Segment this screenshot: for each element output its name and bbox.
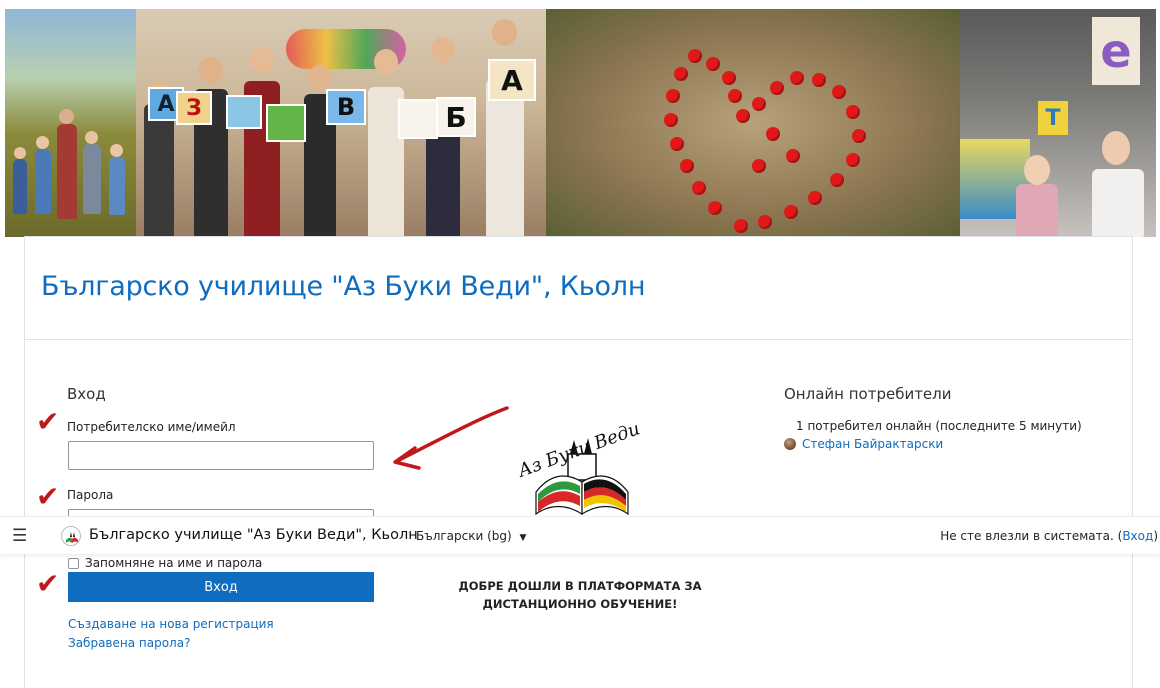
- username-label: Потребителско име/имейл: [67, 420, 236, 434]
- online-user-item[interactable]: Стефан Байрактарски: [784, 437, 943, 451]
- banner-photo-girls-letters: Т е: [960, 9, 1156, 237]
- welcome-line-2: ДИСТАНЦИОННО ОБУЧЕНИЕ!: [482, 597, 678, 611]
- hamburger-menu-icon[interactable]: ☰: [12, 526, 27, 546]
- login-button[interactable]: Вход: [68, 572, 374, 602]
- banner-photo-cornfield: [5, 9, 136, 237]
- remember-checkbox[interactable]: [68, 557, 79, 569]
- top-navbar: ☰ Българско училище "Аз Буки Веди", Кьол…: [0, 516, 1160, 554]
- banner-photo-alphabet-kids: А З В Б А: [136, 9, 546, 237]
- letter-card: [226, 95, 262, 129]
- chevron-down-icon: ▼: [519, 533, 527, 543]
- site-name-link[interactable]: Българско училище "Аз Буки Веди", Кьолн: [89, 527, 418, 543]
- checkmark-annotation: ✔: [36, 567, 60, 600]
- page-title: Българско училище "Аз Буки Веди", Кьолн: [41, 271, 646, 302]
- site-logo-icon[interactable]: [61, 526, 81, 546]
- remember-me-row[interactable]: Запомняне на име и парола: [68, 556, 262, 570]
- letter-card: Т: [1038, 101, 1068, 135]
- language-menu[interactable]: Български (bg) ▼: [416, 529, 526, 543]
- letter-card: В: [326, 89, 366, 125]
- remember-label: Запомняне на име и парола: [85, 556, 263, 570]
- welcome-line-1: ДОБРЕ ДОШЛИ В ПЛАТФОРМАТА ЗА: [458, 579, 702, 593]
- letter-card: А: [488, 59, 536, 101]
- signup-link[interactable]: Създаване на нова регистрация: [68, 617, 274, 631]
- not-logged-in-text: Не сте влезли в системата.: [940, 529, 1114, 543]
- letter-card: [266, 104, 306, 142]
- online-users-count: 1 потребител онлайн (последните 5 минути…: [796, 419, 1082, 433]
- logo-text: Аз Буки Веди: [514, 418, 643, 482]
- navbar-login-link[interactable]: Вход: [1122, 529, 1153, 543]
- forgot-password-link[interactable]: Забравена парола?: [68, 636, 190, 650]
- login-status: Не сте влезли в системата. (Вход): [940, 529, 1158, 543]
- banner-photo-balloon-heart: [546, 9, 960, 237]
- welcome-message: ДОБРЕ ДОШЛИ В ПЛАТФОРМАТА ЗА ДИСТАНЦИОНН…: [440, 577, 720, 613]
- letter-card: З: [176, 91, 212, 125]
- avatar: [784, 438, 796, 450]
- letter-card: е: [1092, 17, 1140, 85]
- header-banner: А З В Б А Т е: [5, 9, 1156, 237]
- letter-card: [398, 99, 438, 139]
- username-input[interactable]: [68, 441, 374, 470]
- school-logo: Аз Буки Веди: [500, 410, 660, 520]
- checkmark-annotation: ✔: [36, 405, 60, 438]
- close-paren: ): [1153, 529, 1158, 543]
- language-label: Български (bg): [416, 529, 512, 543]
- online-users-heading: Онлайн потребители: [784, 385, 952, 403]
- logo-emblem: Аз Буки Веди: [514, 418, 643, 516]
- password-label: Парола: [67, 488, 114, 502]
- checkmark-annotation: ✔: [36, 480, 60, 513]
- arrow-annotation: [393, 406, 509, 470]
- online-user-link[interactable]: Стефан Байрактарски: [802, 437, 943, 451]
- letter-card: Б: [436, 97, 476, 137]
- login-heading: Вход: [67, 385, 106, 403]
- page-header-card: Българско училище "Аз Буки Веди", Кьолн: [24, 236, 1133, 340]
